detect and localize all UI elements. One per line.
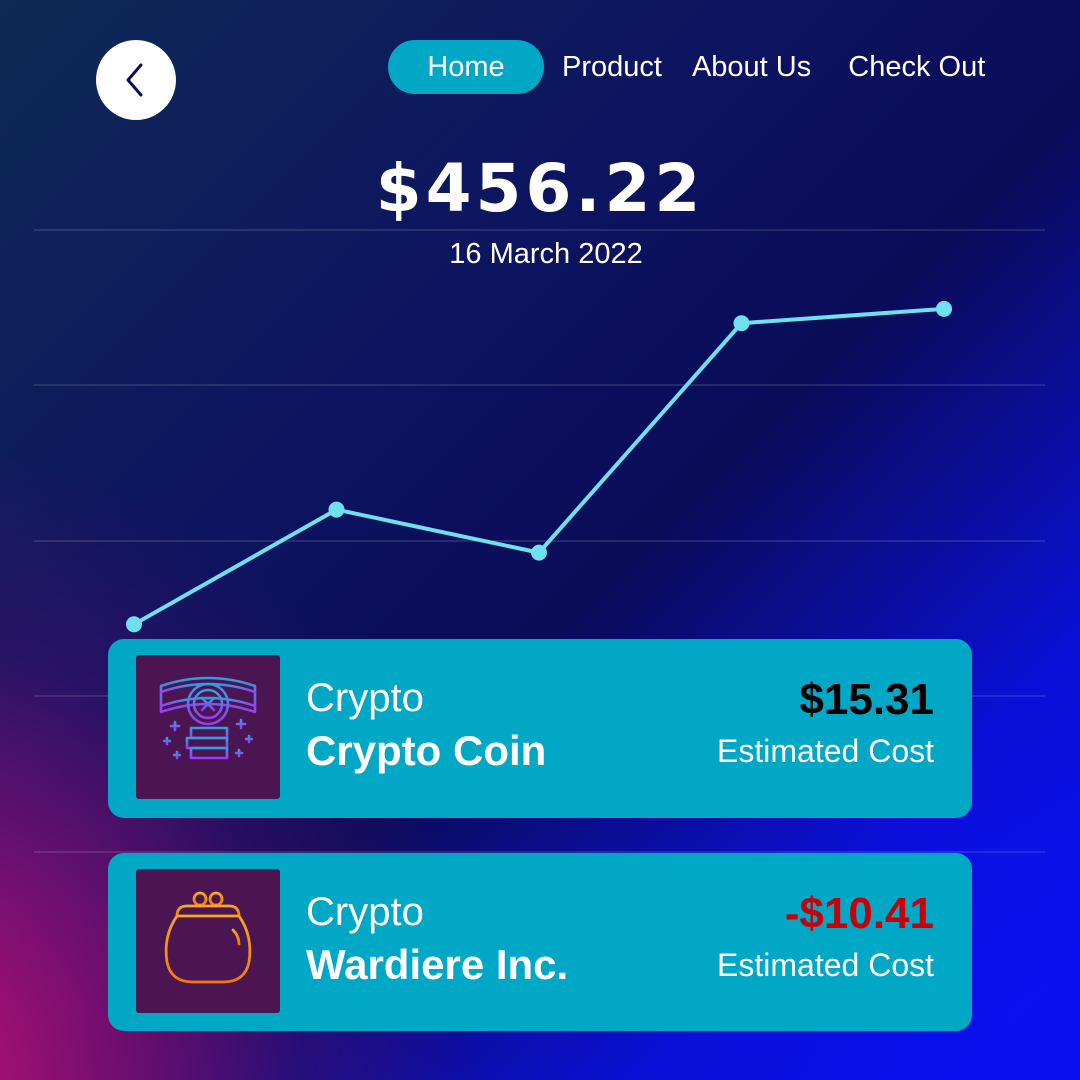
asset-card[interactable]: Crypto Crypto Coin $15.31 Estimated Cost	[108, 639, 972, 818]
coin-purse-icon	[164, 891, 252, 984]
chevron-left-icon	[126, 63, 143, 97]
chart-point[interactable]	[733, 315, 750, 332]
asset-category: Crypto	[306, 890, 424, 934]
app-screen: Home Product About Us Check Out $456.22 …	[0, 0, 1080, 1080]
chart-points	[126, 300, 952, 633]
asset-value-label: Estimated Cost	[717, 733, 934, 769]
asset-name: Crypto Coin	[306, 727, 547, 774]
chart-series-line	[132, 306, 946, 627]
asset-icon-tile	[136, 655, 280, 799]
nav-home[interactable]: Home	[388, 40, 544, 94]
asset-category: Crypto	[306, 676, 424, 720]
asset-value: $15.31	[799, 675, 934, 724]
chart-point[interactable]	[126, 616, 142, 633]
asset-name: Wardiere Inc.	[306, 941, 569, 988]
chart-point[interactable]	[936, 300, 952, 317]
value-date: 16 March 2022	[449, 238, 643, 270]
asset-icon-tile	[136, 869, 280, 1013]
chart-point[interactable]	[328, 501, 345, 518]
portfolio-value: $456.22	[375, 150, 705, 227]
asset-card[interactable]: Crypto Wardiere Inc. -$10.41 Estimated C…	[108, 853, 972, 1031]
asset-value-label: Estimated Cost	[717, 947, 934, 983]
coin-stack-icon	[159, 676, 257, 760]
chart-point[interactable]	[531, 544, 547, 561]
top-navigation: Home Product About Us Check Out	[388, 40, 985, 94]
nav-product[interactable]: Product	[562, 40, 662, 94]
nav-about-us[interactable]: About Us	[692, 40, 811, 94]
asset-value: -$10.41	[784, 889, 934, 938]
back-button[interactable]	[96, 40, 176, 120]
nav-check-out[interactable]: Check Out	[848, 40, 985, 94]
